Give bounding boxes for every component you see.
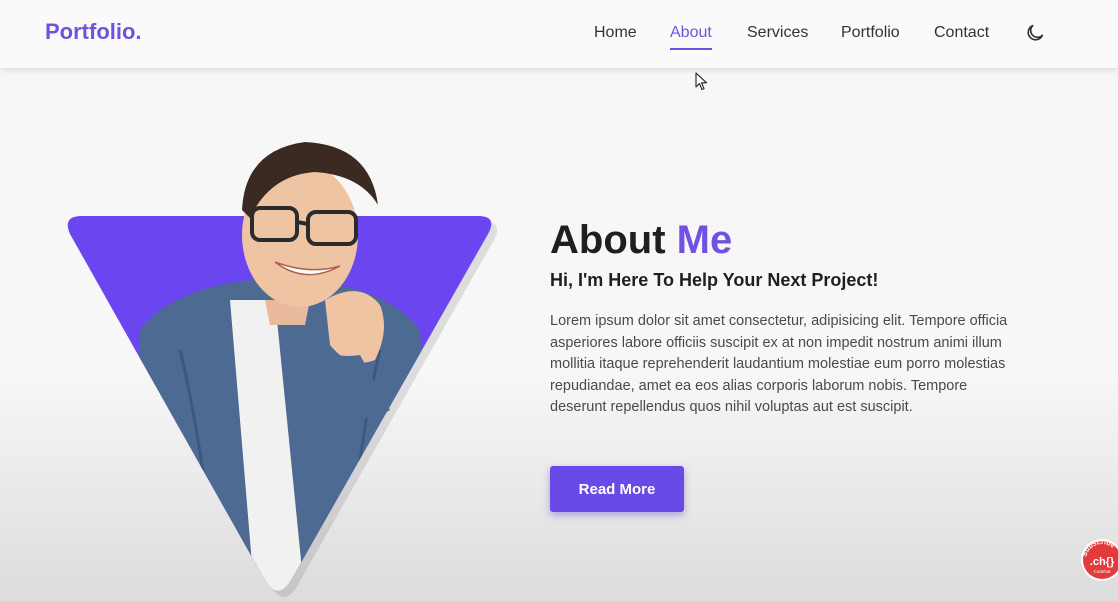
main-nav: Home About Services Portfolio Contact — [0, 24, 1118, 50]
badge-small-text: Codehal — [1094, 569, 1111, 574]
nav-portfolio[interactable]: Portfolio — [841, 24, 900, 42]
about-title-main: About — [550, 218, 666, 262]
mouse-cursor-icon — [695, 72, 709, 92]
subscribe-badge[interactable]: Subscribe .ch{} Codehal — [1080, 538, 1118, 582]
badge-inner-text: .ch{} — [1090, 556, 1115, 568]
site-header: Portfolio. Home About Services Portfolio… — [0, 0, 1118, 68]
nav-about[interactable]: About — [670, 24, 712, 50]
about-title: About Me — [550, 218, 732, 263]
nav-services[interactable]: Services — [747, 24, 808, 42]
moon-icon[interactable] — [1024, 22, 1046, 44]
about-subtitle: Hi, I'm Here To Help Your Next Project! — [550, 270, 879, 290]
hero-image — [60, 130, 505, 600]
read-more-button[interactable]: Read More — [550, 466, 684, 512]
nav-contact[interactable]: Contact — [934, 24, 989, 42]
about-title-accent: Me — [676, 218, 733, 262]
nav-home[interactable]: Home — [594, 24, 637, 42]
about-description: Lorem ipsum dolor sit amet consectetur, … — [550, 313, 1008, 416]
